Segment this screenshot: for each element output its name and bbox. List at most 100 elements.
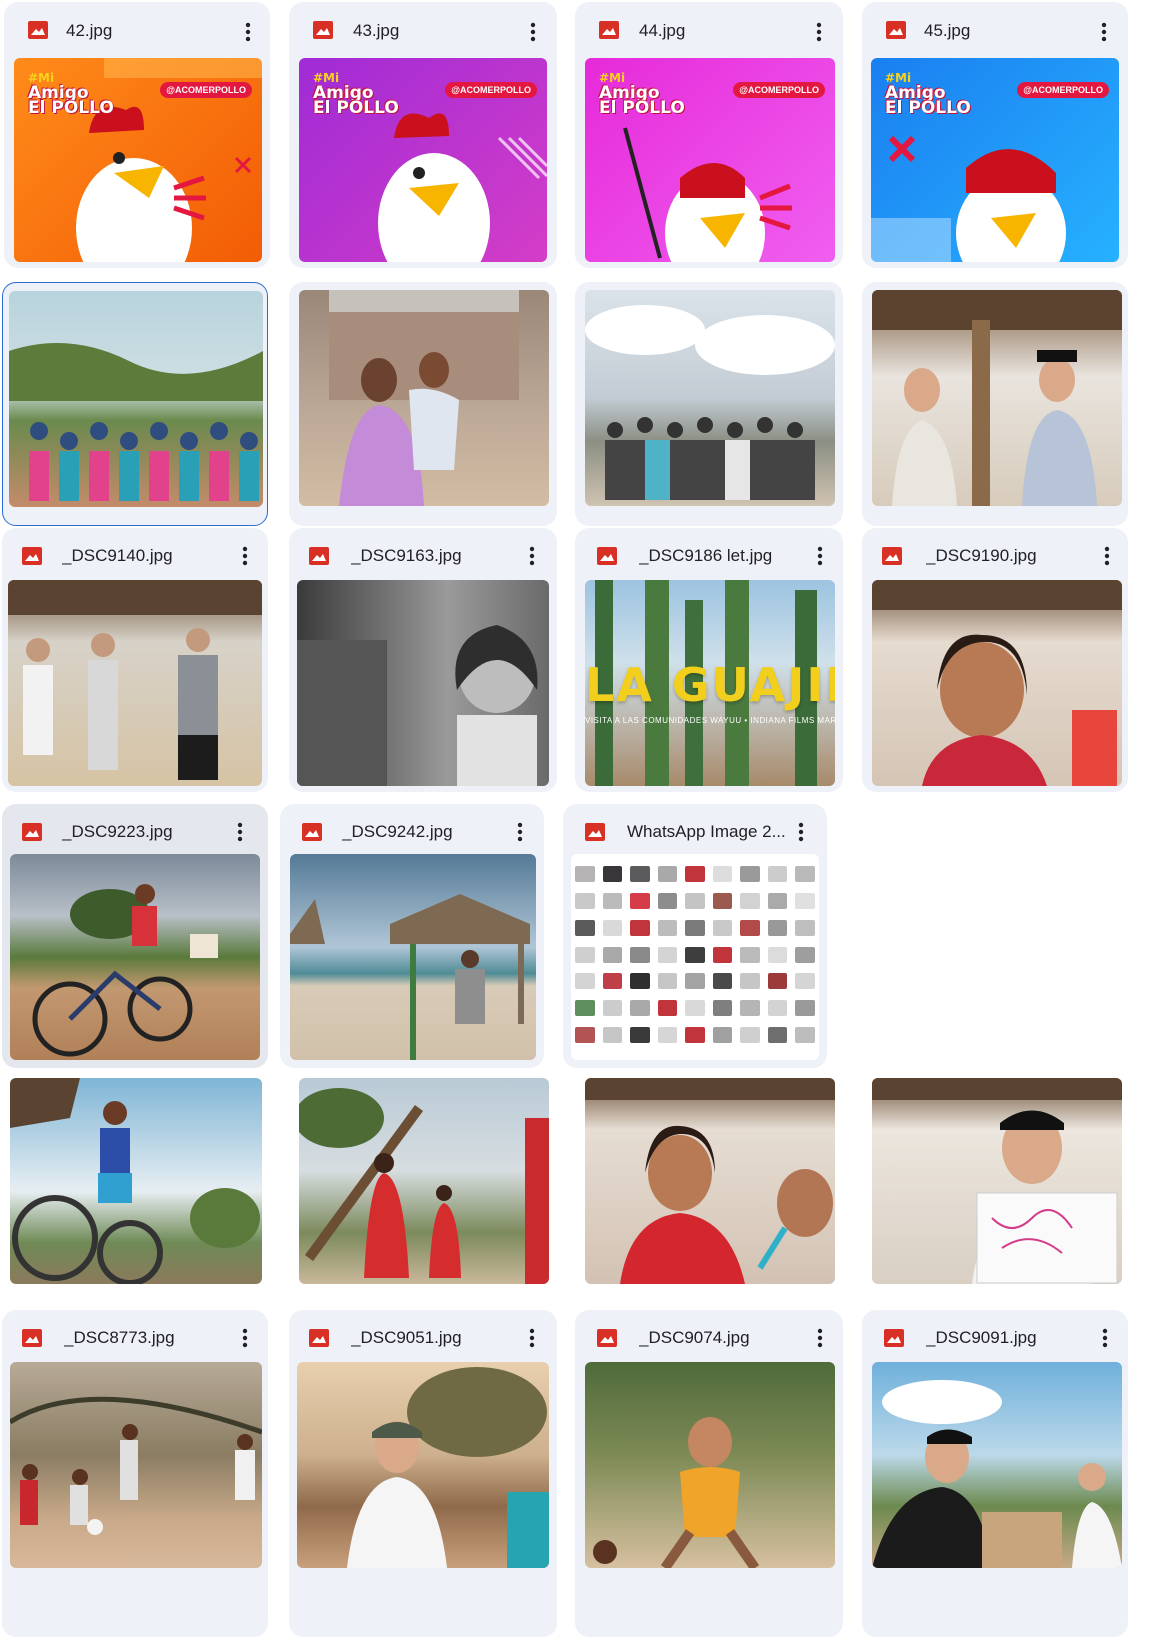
- bw-child-portrait: [297, 625, 538, 786]
- more-options-icon[interactable]: [789, 818, 813, 846]
- thumbnail-promo-purple[interactable]: #Mi Amigo El POLLO @ACOMERPOLLO: [299, 58, 547, 262]
- more-options-icon[interactable]: [228, 818, 252, 846]
- photo-tile-couple[interactable]: [862, 282, 1128, 526]
- photo-tile-group[interactable]: [2, 282, 268, 526]
- image-file-icon: [599, 21, 619, 39]
- file-card-dsc9190[interactable]: _DSC9190.jpg: [862, 528, 1128, 792]
- file-card-dsc9223[interactable]: _DSC9223.jpg: [2, 804, 268, 1068]
- la-guajira-title: LA GUAJIRA: [585, 658, 835, 713]
- thumbnail-dsc9223[interactable]: [10, 854, 260, 1060]
- thumbnail-promo-orange[interactable]: #Mi Amigo El POLLO @ACOMERPOLLO: [14, 58, 262, 262]
- la-guajira-caption: VISITA A LAS COMUNIDADES WAYUU • INDIANA…: [585, 715, 835, 725]
- couple-illustration: [872, 290, 1122, 506]
- thumbnail-dsc9091[interactable]: [872, 1362, 1122, 1568]
- mother-child-illustration: [329, 290, 519, 506]
- more-options-icon[interactable]: [521, 18, 545, 46]
- thumbnail-girl-drawing[interactable]: [585, 1078, 835, 1284]
- promo-handle: @ACOMERPOLLO: [733, 82, 825, 98]
- file-name: _DSC9190.jpg: [926, 546, 1037, 565]
- file-name: 45.jpg: [924, 21, 971, 40]
- promo-brand-logo: #Mi Amigo El POLLO: [313, 71, 399, 118]
- image-file-icon: [302, 823, 322, 841]
- image-file-icon: [884, 1329, 904, 1347]
- thumbnail-dsc8773[interactable]: [10, 1362, 262, 1568]
- more-options-icon[interactable]: [807, 18, 831, 46]
- file-card-dsc9163[interactable]: _DSC9163.jpg: [289, 528, 557, 792]
- woman-drawing-illustration: [872, 1078, 1122, 1284]
- file-name: WhatsApp Image 2...: [627, 822, 786, 841]
- girls-illustration: [299, 1088, 549, 1284]
- thumbnail-dsc9140[interactable]: [8, 580, 262, 786]
- file-card-44[interactable]: 44.jpg #Mi Amigo El POLLO @ACOMERPOLLO: [575, 2, 843, 268]
- file-card-dsc9074[interactable]: _DSC9074.jpg: [575, 1310, 843, 1637]
- image-file-icon: [22, 547, 42, 565]
- file-name: _DSC9223.jpg: [62, 822, 173, 841]
- more-options-icon[interactable]: [233, 542, 257, 570]
- file-card-dsc9242[interactable]: _DSC9242.jpg: [280, 804, 544, 1068]
- thumbnail-mother-child[interactable]: [299, 290, 549, 506]
- thumbnail-girls-red-dresses[interactable]: [299, 1078, 549, 1284]
- thumbnail-team-photo[interactable]: [585, 290, 835, 506]
- file-name: _DSC8773.jpg: [64, 1328, 175, 1347]
- file-card-dsc9186[interactable]: _DSC9186 let.jpg LA GUAJIRA VISITA A LAS…: [575, 528, 843, 792]
- file-card-42[interactable]: 42.jpg #Mi Amigo El POLLO @ACOMERPOLLO: [4, 2, 270, 268]
- smiling-girl: [872, 580, 1122, 786]
- thumbnail-group-photo[interactable]: [9, 291, 263, 507]
- more-options-icon[interactable]: [1095, 542, 1119, 570]
- thumbnail-dsc9186[interactable]: LA GUAJIRA VISITA A LAS COMUNIDADES WAYU…: [585, 580, 835, 786]
- thumbnail-whatsapp-contact-sheet[interactable]: [571, 854, 819, 1060]
- photo-tile-girls-red[interactable]: [289, 1072, 557, 1292]
- image-file-icon: [313, 21, 333, 39]
- image-file-icon: [309, 1329, 329, 1347]
- file-name: _DSC9140.jpg: [62, 546, 173, 565]
- more-options-icon[interactable]: [508, 818, 532, 846]
- photo-tile-mother[interactable]: [289, 282, 557, 526]
- more-options-icon[interactable]: [808, 542, 832, 570]
- thumbnail-boy-bike[interactable]: [10, 1078, 262, 1284]
- more-options-icon[interactable]: [233, 1324, 257, 1352]
- team-illustration: [585, 305, 835, 500]
- file-card-dsc8773[interactable]: _DSC8773.jpg: [2, 1310, 268, 1637]
- volunteers-boxes: [872, 1380, 1122, 1568]
- promo-brand-logo: #Mi Amigo El POLLO: [28, 71, 114, 118]
- thumbnail-dsc9190[interactable]: [872, 580, 1122, 786]
- image-file-icon: [597, 547, 617, 565]
- thumbnail-dsc9074[interactable]: [585, 1362, 835, 1568]
- promo-brand-logo: #Mi Amigo El POLLO: [599, 71, 685, 118]
- file-card-dsc9051[interactable]: _DSC9051.jpg: [289, 1310, 557, 1637]
- file-card-45[interactable]: 45.jpg #Mi Amigo El POLLO @ACOMERPOLLO: [862, 2, 1128, 268]
- photo-tile-woman-drawing[interactable]: [862, 1072, 1128, 1292]
- beach-shelter: [290, 894, 530, 1060]
- thumbnail-dsc9051[interactable]: [297, 1362, 549, 1568]
- promo-handle: @ACOMERPOLLO: [445, 82, 537, 98]
- thumbnail-woman-drawing[interactable]: [872, 1078, 1122, 1284]
- file-card-dsc9140[interactable]: _DSC9140.jpg: [2, 528, 268, 792]
- image-file-icon: [309, 547, 329, 565]
- file-name: 43.jpg: [353, 21, 400, 40]
- girl-drawing-illustration: [585, 1078, 835, 1284]
- thumbnail-couple-photo[interactable]: [872, 290, 1122, 506]
- file-card-dsc9091[interactable]: _DSC9091.jpg: [862, 1310, 1128, 1637]
- thumbnail-dsc9163[interactable]: [297, 580, 549, 786]
- image-file-icon: [886, 21, 906, 39]
- thumbnail-promo-pink[interactable]: #Mi Amigo El POLLO @ACOMERPOLLO: [585, 58, 835, 262]
- more-options-icon[interactable]: [1093, 1324, 1117, 1352]
- kids-soccer: [10, 1396, 262, 1535]
- file-name: _DSC9051.jpg: [351, 1328, 462, 1347]
- file-name: _DSC9091.jpg: [926, 1328, 1037, 1347]
- more-options-icon[interactable]: [808, 1324, 832, 1352]
- photo-tile-boy-bike[interactable]: [2, 1072, 268, 1292]
- more-options-icon[interactable]: [520, 542, 544, 570]
- photo-tile-girl-drawing[interactable]: [575, 1072, 843, 1292]
- file-card-whatsapp[interactable]: WhatsApp Image 2...: [563, 804, 827, 1068]
- more-options-icon[interactable]: [520, 1324, 544, 1352]
- promo-handle: @ACOMERPOLLO: [1017, 82, 1109, 98]
- more-options-icon[interactable]: [1092, 18, 1116, 46]
- file-card-43[interactable]: 43.jpg #Mi Amigo El POLLO @ACOMERPOLLO: [289, 2, 557, 268]
- thumbnail-dsc9242[interactable]: [290, 854, 536, 1060]
- boy-bike-illustration: [10, 1078, 260, 1284]
- thumbnail-promo-blue[interactable]: #Mi Amigo El POLLO @ACOMERPOLLO: [871, 58, 1119, 262]
- file-name: _DSC9074.jpg: [639, 1328, 750, 1347]
- photo-tile-team[interactable]: [575, 282, 843, 526]
- more-options-icon[interactable]: [236, 18, 260, 46]
